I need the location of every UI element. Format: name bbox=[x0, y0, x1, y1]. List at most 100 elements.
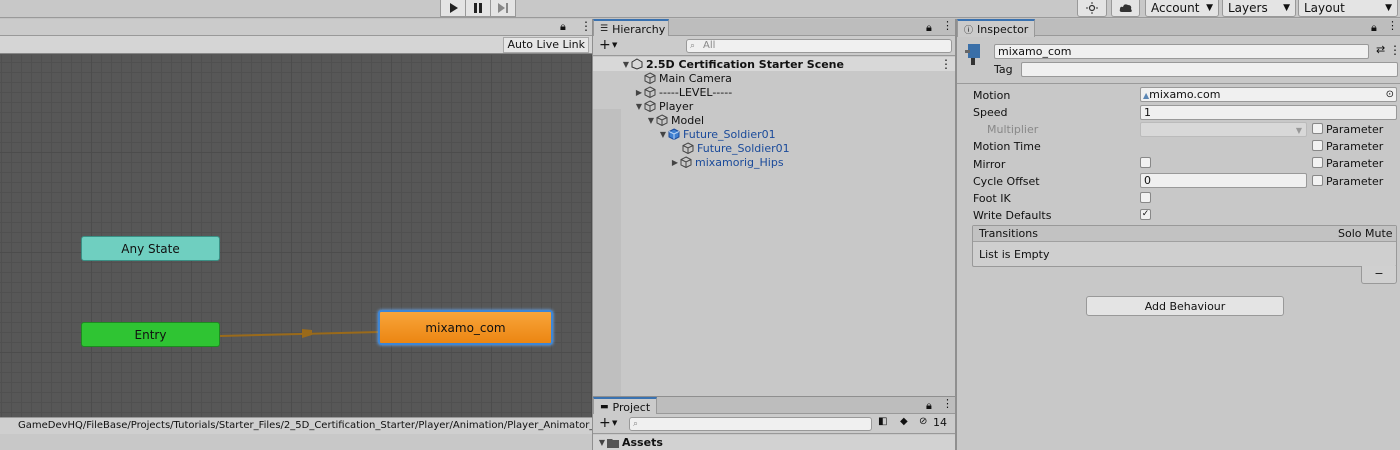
prefab-icon bbox=[668, 128, 680, 140]
expand-arrow-icon[interactable]: ▼ bbox=[658, 130, 668, 139]
mirror-parameter-checkbox[interactable] bbox=[1312, 157, 1323, 168]
list-icon: ☰ bbox=[600, 24, 609, 34]
assets-folder-row[interactable]: ▼ Assets bbox=[593, 435, 955, 450]
divider bbox=[957, 83, 1400, 84]
pause-button[interactable] bbox=[465, 0, 491, 17]
hierarchy-panel: ☰ Hierarchy 🔒︎ ⋮ + ▼ ⌕ All ▼ 2.5D Certif… bbox=[593, 19, 955, 434]
expand-arrow-icon[interactable]: ▶ bbox=[634, 88, 644, 97]
more-menu-icon[interactable]: ⋮ bbox=[942, 19, 953, 32]
services-button[interactable] bbox=[1077, 0, 1107, 17]
step-icon bbox=[498, 3, 508, 13]
foot-ik-label: Foot IK bbox=[973, 192, 1011, 205]
speed-input[interactable]: 1 bbox=[1140, 105, 1397, 120]
search-by-type-icon[interactable]: ◧ bbox=[878, 416, 887, 427]
tab-project[interactable]: ▬ Project bbox=[593, 397, 657, 415]
tag-input[interactable] bbox=[1021, 62, 1398, 77]
expand-arrow-icon[interactable]: ▼ bbox=[621, 60, 631, 69]
info-icon: ⓘ bbox=[964, 25, 974, 36]
expand-arrow-icon[interactable]: ▼ bbox=[597, 438, 607, 447]
lock-icon[interactable]: 🔒︎ bbox=[1371, 21, 1377, 35]
more-menu-icon[interactable]: ⋮ bbox=[942, 397, 953, 410]
add-icon[interactable]: + bbox=[599, 415, 611, 431]
tab-inspector[interactable]: ⓘ Inspector bbox=[957, 19, 1035, 37]
default-state-node[interactable]: mixamo_com bbox=[378, 310, 553, 345]
controller-path: GameDevHQ/FileBase/Projects/Tutorials/St… bbox=[0, 417, 592, 434]
folder-icon: ▬ bbox=[600, 402, 609, 412]
tree-item[interactable]: ▼ Player bbox=[593, 99, 955, 113]
more-menu-icon[interactable]: ⋮ bbox=[940, 57, 952, 71]
speed-label: Speed bbox=[973, 106, 1008, 119]
chevron-down-icon[interactable]: ▼ bbox=[612, 41, 617, 49]
sun-icon bbox=[1086, 2, 1098, 14]
animator-state-icon bbox=[965, 44, 980, 65]
cloud-button[interactable] bbox=[1111, 0, 1140, 17]
tree-item[interactable]: ▼ Model bbox=[593, 113, 955, 127]
cycle-offset-parameter-checkbox[interactable] bbox=[1312, 175, 1323, 186]
project-panel: ▬ Project 🔒︎ ⋮ + ▼ ⌕ ◧ ◆ ⊘ 14 ▼ Assets bbox=[593, 397, 955, 450]
preset-icon[interactable]: ⇄ bbox=[1376, 43, 1385, 56]
tree-item[interactable]: ▶ -----LEVEL----- bbox=[593, 85, 955, 99]
tree-item[interactable]: Future_Soldier01 bbox=[593, 141, 955, 155]
write-defaults-checkbox[interactable]: ✓ bbox=[1140, 209, 1151, 220]
animator-subbar: Auto Live Link bbox=[0, 36, 592, 54]
lock-icon[interactable]: 🔒︎ bbox=[560, 20, 566, 34]
step-button[interactable] bbox=[490, 0, 516, 17]
hierarchy-tab-label: Hierarchy bbox=[612, 22, 666, 36]
auto-live-link-button[interactable]: Auto Live Link bbox=[503, 37, 589, 53]
foot-ik-checkbox[interactable] bbox=[1140, 192, 1151, 203]
expand-arrow-icon[interactable]: ▼ bbox=[646, 116, 656, 125]
tab-hierarchy[interactable]: ☰ Hierarchy bbox=[593, 19, 669, 37]
play-button[interactable] bbox=[440, 0, 466, 17]
tree-item[interactable]: ▼ Future_Soldier01 bbox=[593, 127, 955, 141]
any-state-node[interactable]: Any State bbox=[81, 236, 220, 261]
write-defaults-label: Write Defaults bbox=[973, 209, 1052, 222]
hidden-packages-icon[interactable]: ⊘ bbox=[919, 416, 927, 427]
transitions-label: Transitions bbox=[979, 227, 1038, 240]
item-label: Player bbox=[659, 99, 694, 113]
multiplier-label: Multiplier bbox=[987, 123, 1039, 136]
expand-arrow-icon[interactable]: ▶ bbox=[670, 158, 680, 167]
mirror-checkbox[interactable] bbox=[1140, 157, 1151, 168]
hierarchy-tree: ▼ 2.5D Certification Starter Scene ⋮ Mai… bbox=[593, 57, 955, 434]
hierarchy-search-input[interactable]: ⌕ All bbox=[686, 39, 952, 53]
account-dropdown[interactable]: Account ▼ bbox=[1145, 0, 1219, 17]
state-machine-graph[interactable]: Any State Entry mixamo_com bbox=[0, 55, 592, 417]
expand-arrow-icon[interactable]: ▼ bbox=[634, 102, 644, 111]
chevron-down-icon[interactable]: ▼ bbox=[612, 419, 617, 427]
tree-item[interactable]: ▶ mixamorig_Hips bbox=[593, 155, 955, 169]
transitions-header: Transitions Solo Mute bbox=[973, 226, 1396, 242]
state-name-input[interactable]: mixamo_com bbox=[994, 44, 1369, 59]
layout-dropdown[interactable]: Layout ▼ bbox=[1298, 0, 1398, 17]
entry-label: Entry bbox=[134, 327, 167, 342]
parameter-label: Parameter bbox=[1326, 175, 1384, 188]
object-picker-icon[interactable]: ⊙ bbox=[1386, 88, 1394, 101]
search-icon: ⌕ bbox=[633, 419, 639, 429]
more-menu-icon[interactable]: ⋮ bbox=[1389, 43, 1400, 57]
lock-icon[interactable]: 🔒︎ bbox=[926, 399, 932, 413]
cycle-offset-input[interactable]: 0 bbox=[1140, 173, 1307, 188]
scene-row[interactable]: ▼ 2.5D Certification Starter Scene ⋮ bbox=[593, 57, 955, 71]
project-tabbar: ▬ Project 🔒︎ ⋮ bbox=[593, 397, 955, 415]
more-menu-icon[interactable]: ⋮ bbox=[580, 19, 592, 33]
hidden-count: 14 bbox=[933, 416, 947, 429]
project-search-input[interactable]: ⌕ bbox=[629, 417, 872, 431]
lock-icon[interactable]: 🔒︎ bbox=[926, 21, 932, 35]
layers-dropdown[interactable]: Layers ▼ bbox=[1222, 0, 1296, 17]
motion-time-parameter-checkbox[interactable] bbox=[1312, 140, 1323, 151]
remove-transition-button[interactable]: − bbox=[1361, 266, 1397, 284]
tree-item[interactable]: Main Camera bbox=[593, 71, 955, 85]
chevron-down-icon: ▼ bbox=[1206, 3, 1213, 13]
chevron-down-icon: ▼ bbox=[1385, 3, 1392, 13]
more-menu-icon[interactable]: ⋮ bbox=[1387, 19, 1398, 32]
add-behaviour-button[interactable]: Add Behaviour bbox=[1086, 296, 1284, 316]
motion-field[interactable]: ▲mixamo.com ⊙ bbox=[1140, 87, 1397, 102]
motion-time-label: Motion Time bbox=[973, 140, 1041, 153]
item-label: Model bbox=[671, 113, 705, 127]
label-tag-icon[interactable]: ◆ bbox=[900, 416, 908, 427]
multiplier-parameter-checkbox[interactable] bbox=[1312, 123, 1323, 134]
folder-icon bbox=[607, 438, 619, 448]
multiplier-dropdown[interactable]: ▼ bbox=[1140, 122, 1307, 137]
add-icon[interactable]: + bbox=[599, 37, 611, 53]
entry-node[interactable]: Entry bbox=[81, 322, 220, 347]
gameobject-icon bbox=[682, 142, 694, 154]
